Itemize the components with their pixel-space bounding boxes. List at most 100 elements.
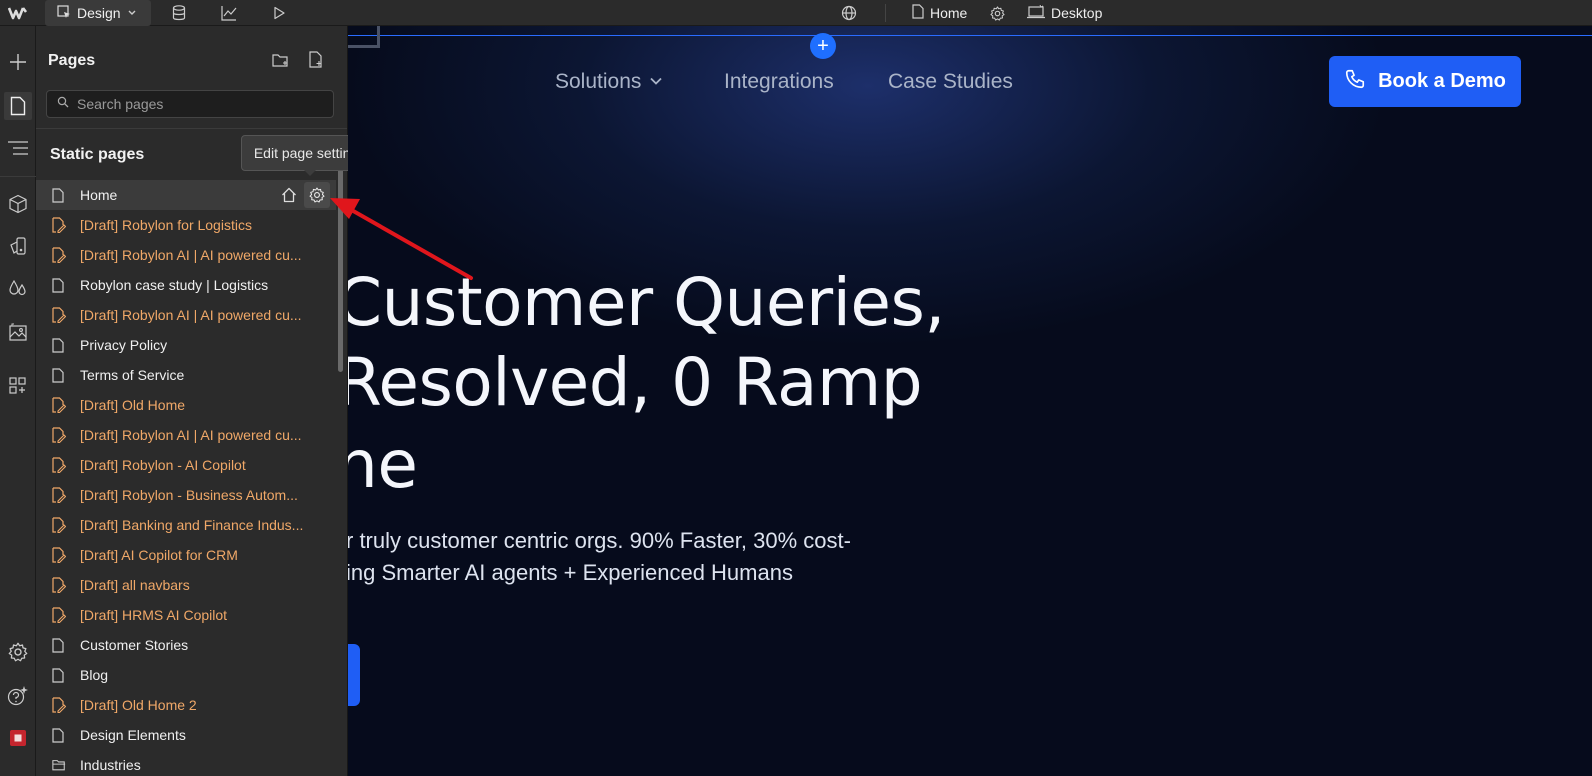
draft-page-icon bbox=[52, 397, 66, 413]
hero-heading-line-3: ne bbox=[348, 426, 418, 503]
page-item-label: [Draft] Old Home 2 bbox=[80, 697, 197, 713]
chevron-down-icon bbox=[649, 70, 663, 94]
page-item-label: Design Elements bbox=[80, 727, 186, 743]
left-icon-bar bbox=[0, 26, 36, 776]
home-icon[interactable] bbox=[276, 182, 302, 208]
page-item[interactable]: [Draft] AI Copilot for CRM bbox=[36, 540, 336, 570]
draft-page-icon bbox=[52, 247, 66, 263]
nav-solutions-label: Solutions bbox=[555, 70, 642, 93]
page-item[interactable]: [Draft] all navbars bbox=[36, 570, 336, 600]
search-pages-field[interactable] bbox=[46, 90, 334, 118]
page-icon bbox=[52, 187, 66, 203]
page-item[interactable]: [Draft] Robylon - AI Copilot bbox=[36, 450, 336, 480]
page-item[interactable]: Blog bbox=[36, 660, 336, 690]
hero-cta-button[interactable] bbox=[348, 644, 360, 706]
page-item[interactable]: [Draft] Banking and Finance Indus... bbox=[36, 510, 336, 540]
page-item[interactable]: [Draft] Robylon for Logistics bbox=[36, 210, 336, 240]
page-row-actions bbox=[276, 180, 336, 210]
page-item[interactable]: Robylon case study | Logistics bbox=[36, 270, 336, 300]
static-pages-list: Home [Draft] Robylon for Logistics [Draft]… bbox=[36, 180, 336, 776]
design-mode-label: Design bbox=[77, 5, 121, 21]
page-item[interactable]: [Draft] Robylon AI | AI powered cu... bbox=[36, 420, 336, 450]
page-item-label: [Draft] Robylon for Logistics bbox=[80, 217, 252, 233]
page-item-label: [Draft] Robylon AI | AI powered cu... bbox=[80, 427, 302, 443]
current-page-label: Home bbox=[930, 5, 968, 21]
variables-icon[interactable] bbox=[4, 274, 32, 302]
draft-page-icon bbox=[52, 487, 66, 503]
webflow-logo-icon[interactable] bbox=[0, 0, 36, 26]
new-folder-icon[interactable] bbox=[271, 50, 291, 70]
hero-heading-line-2: Resolved, 0 Ramp bbox=[348, 344, 923, 421]
nav-case-studies[interactable]: Case Studies bbox=[888, 70, 1013, 94]
breakpoint-selector[interactable]: Desktop bbox=[1027, 0, 1102, 26]
page-item[interactable]: [Draft] Robylon - Business Autom... bbox=[36, 480, 336, 510]
phone-icon bbox=[1344, 68, 1366, 96]
design-canvas[interactable]: + Solutions Integrations Case Studies Bo… bbox=[348, 26, 1592, 776]
page-item[interactable]: [Draft] Robylon AI | AI powered cu... bbox=[36, 240, 336, 270]
assets-icon[interactable] bbox=[4, 318, 32, 346]
analytics-icon[interactable] bbox=[220, 4, 238, 22]
page-icon bbox=[912, 4, 924, 22]
page-settings-gear-icon[interactable] bbox=[304, 182, 330, 208]
page-item-label: [Draft] Robylon AI | AI powered cu... bbox=[80, 307, 302, 323]
panel-scrollbar[interactable] bbox=[338, 136, 343, 372]
hero-subtitle-line-1: r truly customer centric orgs. 90% Faste… bbox=[348, 528, 851, 553]
settings-icon[interactable] bbox=[4, 638, 32, 666]
panel-divider bbox=[36, 128, 347, 129]
page-item-label: Industries bbox=[80, 757, 141, 773]
navigator-icon[interactable] bbox=[4, 134, 32, 162]
draft-page-icon bbox=[52, 457, 66, 473]
draft-page-icon bbox=[52, 427, 66, 443]
folder-item[interactable]: Industries bbox=[36, 750, 336, 776]
page-item-label: Robylon case study | Logistics bbox=[80, 277, 269, 293]
draft-page-icon bbox=[52, 517, 66, 533]
page-item[interactable]: Home bbox=[36, 180, 336, 210]
pages-icon[interactable] bbox=[4, 92, 32, 120]
nav-solutions[interactable]: Solutions bbox=[555, 70, 663, 94]
page-item-label: Customer Stories bbox=[80, 637, 189, 653]
page-item[interactable]: [Draft] Robylon AI | AI powered cu... bbox=[36, 300, 336, 330]
components-icon[interactable] bbox=[4, 190, 32, 218]
gear-icon[interactable] bbox=[988, 4, 1006, 22]
search-icon bbox=[57, 95, 69, 113]
hero-heading-line-1: Customer Queries, bbox=[348, 264, 945, 341]
page-item-label: [Draft] Banking and Finance Indus... bbox=[80, 517, 304, 533]
panel-title: Pages bbox=[48, 52, 96, 69]
page-item-label: Terms of Service bbox=[80, 367, 185, 383]
page-item[interactable]: Privacy Policy bbox=[36, 330, 336, 360]
search-pages-input[interactable] bbox=[77, 96, 317, 112]
chevron-down-icon bbox=[127, 5, 137, 21]
add-section-button[interactable]: + bbox=[810, 33, 836, 59]
current-page-selector[interactable]: Home bbox=[912, 0, 967, 26]
book-a-demo-button[interactable]: Book a Demo bbox=[1329, 56, 1521, 107]
help-icon[interactable] bbox=[4, 682, 32, 710]
desktop-icon bbox=[1027, 4, 1045, 22]
page-item[interactable]: [Draft] Old Home bbox=[36, 390, 336, 420]
nav-integrations[interactable]: Integrations bbox=[724, 70, 834, 94]
design-mode-button[interactable]: Design bbox=[45, 0, 151, 26]
page-icon bbox=[52, 727, 66, 743]
hero-subtitle-line-2: ing Smarter AI agents + Experienced Huma… bbox=[348, 560, 793, 585]
breakpoint-label: Desktop bbox=[1051, 5, 1103, 21]
play-icon[interactable] bbox=[270, 4, 288, 22]
page-item-label: [Draft] Old Home bbox=[80, 397, 186, 413]
globe-icon[interactable] bbox=[840, 4, 858, 22]
page-item-label: [Draft] Robylon AI | AI powered cu... bbox=[80, 247, 302, 263]
tooltip-arrow bbox=[304, 170, 316, 176]
database-icon[interactable] bbox=[170, 4, 188, 22]
page-item-label: [Draft] HRMS AI Copilot bbox=[80, 607, 228, 623]
page-item[interactable]: [Draft] Old Home 2 bbox=[36, 690, 336, 720]
page-item[interactable]: Customer Stories bbox=[36, 630, 336, 660]
page-item-label: Privacy Policy bbox=[80, 337, 168, 353]
page-item[interactable]: Terms of Service bbox=[36, 360, 336, 390]
styles-icon[interactable] bbox=[4, 232, 32, 260]
add-icon[interactable] bbox=[4, 48, 32, 76]
new-page-icon[interactable] bbox=[306, 50, 326, 70]
page-item-label: Blog bbox=[80, 667, 109, 683]
page-item[interactable]: [Draft] HRMS AI Copilot bbox=[36, 600, 336, 630]
apps-icon[interactable] bbox=[4, 372, 32, 400]
record-icon[interactable] bbox=[4, 724, 32, 752]
page-item-label: [Draft] Robylon - Business Autom... bbox=[80, 487, 298, 503]
page-item-label: [Draft] Robylon - AI Copilot bbox=[80, 457, 246, 473]
page-item[interactable]: Design Elements bbox=[36, 720, 336, 750]
